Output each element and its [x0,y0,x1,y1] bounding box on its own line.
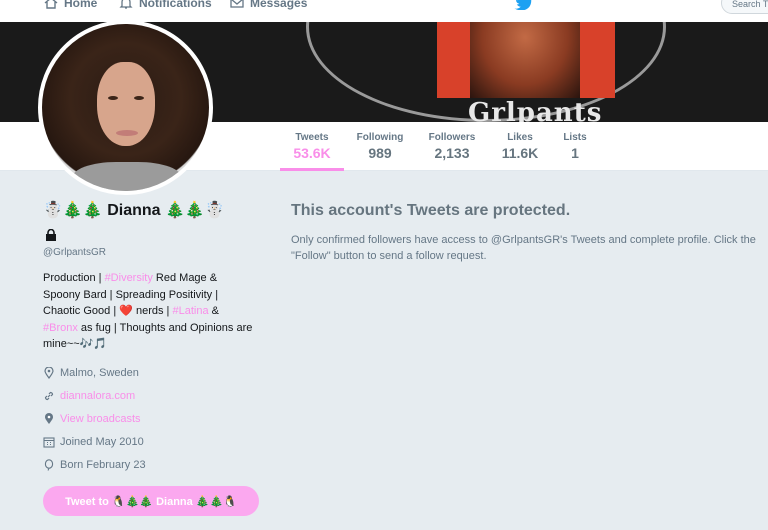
birthday-text: Born February 23 [60,459,146,471]
profile-joined: Joined May 2010 [43,436,144,448]
tweet-to-button[interactable]: Tweet to 🐧🎄🎄 Dianna 🎄🎄🐧 [43,486,259,516]
avatar-lips [116,130,138,136]
view-broadcasts-link[interactable]: View broadcasts [60,413,141,425]
stat-following-label: Following [356,132,404,143]
bell-icon [119,0,133,9]
envelope-icon [230,0,244,8]
calendar-icon [43,437,55,448]
nav-messages-label: Messages [250,0,308,10]
broadcast-pin-icon [45,413,53,424]
profile-birthday: Born February 23 [43,459,146,471]
nav-notifications-label: Notifications [139,0,212,10]
avatar-eye [134,96,144,100]
home-icon [44,0,58,9]
link-icon [44,391,54,401]
hashtag-link[interactable]: #Latina [172,305,208,317]
active-tab-indicator [280,168,344,171]
stat-following[interactable]: Following 989 [352,132,408,161]
stat-following-value: 989 [368,145,392,161]
protected-description: Only confirmed followers have access to … [291,234,756,262]
banner-portrait [470,22,580,98]
avatar[interactable] [38,20,213,195]
website-link[interactable]: diannalora.com [60,390,135,402]
avatar-shirt [72,162,182,191]
profile-name[interactable]: ☃️🎄🎄 Dianna 🎄🎄☃️ [43,200,225,220]
location-text: Malmo, Sweden [60,367,139,379]
stat-likes[interactable]: Likes 11.6K [496,132,544,161]
stat-lists[interactable]: Lists 1 [560,132,590,161]
hashtag-link[interactable]: #Diversity [105,272,153,284]
banner-text: Grlpants [468,98,603,122]
hashtag-link[interactable]: #Bronx [43,322,78,334]
nav-home-label: Home [64,0,98,10]
twitter-bird-icon[interactable] [514,0,534,10]
profile-bio: Production | #Diversity Red Mage & Spoon… [43,270,255,353]
profile-broadcasts: View broadcasts [43,413,141,425]
nav-messages[interactable]: Messages [230,0,307,10]
profile-website: diannalora.com [43,390,135,402]
bio-text: & [208,305,219,317]
nav-notifications[interactable]: Notifications [119,0,212,10]
top-navigation: Home Notifications Messages Search Twitt… [0,0,768,22]
stat-tweets-label: Tweets [295,132,329,143]
protected-title: This account's Tweets are protected. [291,202,571,219]
stat-lists-value: 1 [571,145,579,161]
nav-home[interactable]: Home [44,0,97,10]
stat-likes-value: 11.6K [501,145,539,161]
stat-followers[interactable]: Followers 2,133 [424,132,480,161]
lock-icon [46,229,56,241]
location-pin-icon [44,367,54,379]
search-input[interactable]: Search Twitter [721,0,768,14]
stat-lists-label: Lists [563,132,587,143]
profile-location: Malmo, Sweden [43,367,139,379]
stat-followers-value: 2,133 [434,145,470,161]
profile-handle[interactable]: @GrlpantsGR [43,247,106,258]
stat-likes-label: Likes [507,132,533,143]
stat-followers-label: Followers [428,132,476,143]
avatar-eye [108,96,118,100]
balloon-icon [44,459,54,471]
bio-text: Production | [43,272,105,284]
stat-tweets-value: 53.6K [293,145,331,161]
joined-text: Joined May 2010 [60,436,144,448]
stat-tweets[interactable]: Tweets 53.6K [288,132,336,161]
